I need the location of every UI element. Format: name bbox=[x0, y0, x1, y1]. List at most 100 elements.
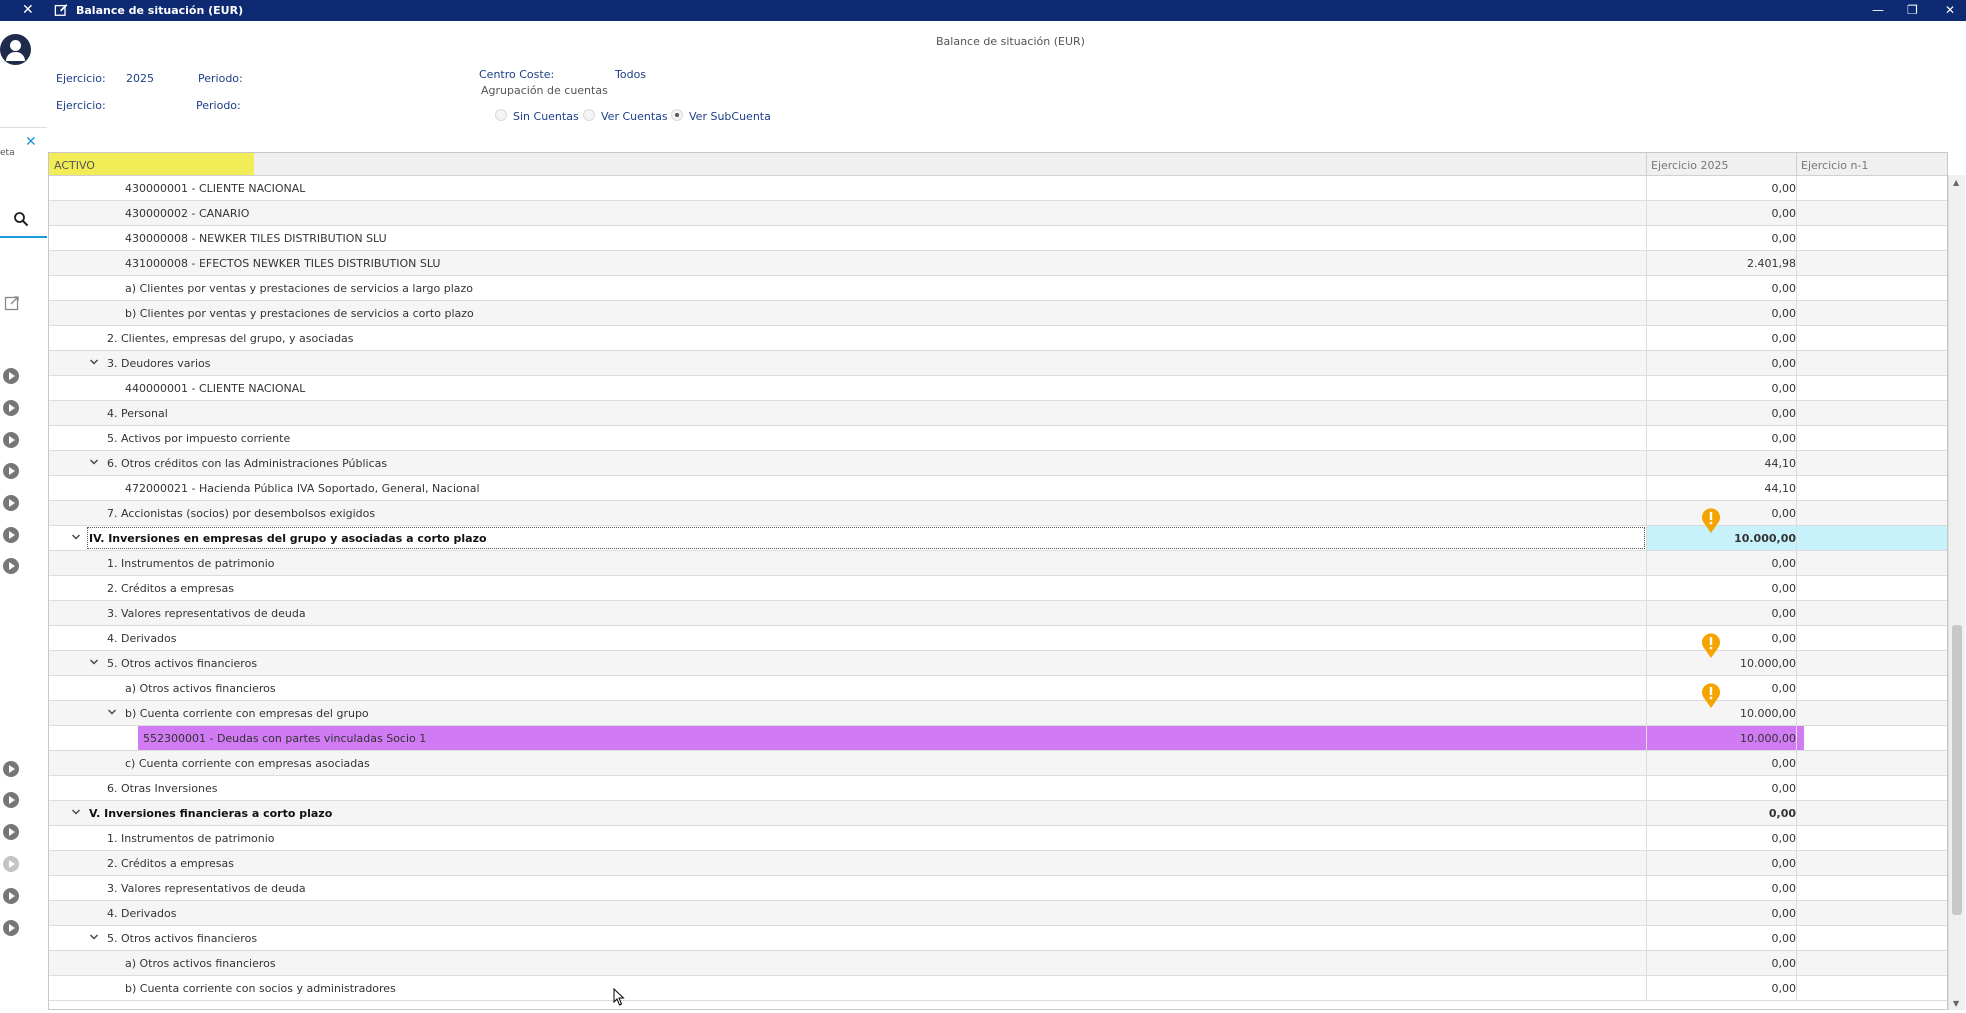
table-row[interactable]: 472000021 - Hacienda Pública IVA Soporta… bbox=[49, 476, 1947, 501]
sin-cuentas-label[interactable]: Sin Cuentas bbox=[513, 110, 579, 123]
chevron-down-icon[interactable] bbox=[107, 707, 117, 717]
close-icon[interactable]: ✕ bbox=[25, 134, 37, 150]
table-row[interactable]: IV. Inversiones en empresas del grupo y … bbox=[49, 526, 1947, 551]
row-label: 1. Instrumentos de patrimonio bbox=[107, 557, 275, 570]
vertical-scrollbar[interactable]: ▲ ▼ bbox=[1948, 175, 1965, 1010]
row-label: 6. Otras Inversiones bbox=[107, 782, 218, 795]
close-icon[interactable]: ✕ bbox=[22, 2, 34, 19]
table-row[interactable]: c) Cuenta corriente con empresas asociad… bbox=[49, 751, 1947, 776]
centro-coste-value[interactable]: Todos bbox=[615, 68, 646, 81]
play-icon[interactable] bbox=[3, 527, 19, 543]
table-row[interactable]: 7. Accionistas (socios) por desembolsos … bbox=[49, 501, 1947, 526]
table-header: ACTIVO Ejercicio 2025 Ejercicio n-1 bbox=[49, 153, 1947, 176]
play-icon[interactable] bbox=[3, 856, 19, 872]
chevron-down-icon[interactable] bbox=[89, 932, 99, 942]
table-row[interactable]: 5. Activos por impuesto corriente 0,00 bbox=[49, 426, 1947, 451]
chevron-down-icon[interactable] bbox=[89, 357, 99, 367]
warning-marker-icon[interactable] bbox=[1701, 683, 1721, 709]
play-icon[interactable] bbox=[3, 824, 19, 840]
ver-subcuenta-label[interactable]: Ver SubCuenta bbox=[689, 110, 771, 123]
table-row[interactable]: 1. Instrumentos de patrimonio 0,00 bbox=[49, 551, 1947, 576]
sin-cuentas-radio[interactable] bbox=[495, 109, 507, 121]
table-row[interactable]: V. Inversiones financieras a corto plazo… bbox=[49, 801, 1947, 826]
table-row[interactable]: 6. Otras Inversiones 0,00 bbox=[49, 776, 1947, 801]
play-icon[interactable] bbox=[3, 761, 19, 777]
table-row[interactable]: 4. Derivados 0,00 bbox=[49, 901, 1947, 926]
warning-marker-icon[interactable] bbox=[1701, 633, 1721, 659]
table-row[interactable]: 431000008 - EFECTOS NEWKER TILES DISTRIB… bbox=[49, 251, 1947, 276]
table-row[interactable]: 3. Deudores varios 0,00 bbox=[49, 351, 1947, 376]
row-label: 6. Otros créditos con las Administracion… bbox=[107, 457, 388, 470]
table-row[interactable]: 430000008 - NEWKER TILES DISTRIBUTION SL… bbox=[49, 226, 1947, 251]
table-row[interactable]: 3. Valores representativos de deuda 0,00 bbox=[49, 876, 1947, 901]
table-row[interactable]: 1. Instrumentos de patrimonio 0,00 bbox=[49, 826, 1947, 851]
row-value: 0,00 bbox=[1768, 807, 1796, 820]
minimize-icon[interactable]: — bbox=[1872, 2, 1884, 18]
close-window-icon[interactable]: ✕ bbox=[1945, 2, 1955, 18]
table-row[interactable]: b) Clientes por ventas y prestaciones de… bbox=[49, 301, 1947, 326]
row-value: 0,00 bbox=[1771, 757, 1797, 770]
table-row[interactable]: 2. Clientes, empresas del grupo, y asoci… bbox=[49, 326, 1947, 351]
table-row[interactable]: 4. Personal 0,00 bbox=[49, 401, 1947, 426]
chevron-down-icon[interactable] bbox=[89, 657, 99, 667]
row-value: 0,00 bbox=[1771, 557, 1797, 570]
table-row[interactable]: 440000001 - CLIENTE NACIONAL 0,00 bbox=[49, 376, 1947, 401]
ejercicio-2025-column-header[interactable]: Ejercicio 2025 bbox=[1651, 159, 1728, 172]
periodo-label: Periodo: bbox=[198, 72, 243, 85]
search-icon[interactable] bbox=[13, 211, 29, 227]
chevron-down-icon[interactable] bbox=[71, 807, 81, 817]
table-row[interactable]: 430000002 - CANARIO 0,00 bbox=[49, 201, 1947, 226]
periodo2-label: Periodo: bbox=[196, 99, 241, 112]
chevron-down-icon[interactable] bbox=[71, 532, 81, 542]
row-value: 0,00 bbox=[1771, 607, 1797, 620]
ejercicio-value[interactable]: 2025 bbox=[126, 72, 154, 85]
row-value: 10.000,00 bbox=[1740, 732, 1796, 745]
ejercicio2-label: Ejercicio: bbox=[56, 99, 106, 112]
row-label: 431000008 - EFECTOS NEWKER TILES DISTRIB… bbox=[125, 257, 441, 270]
table-row[interactable]: 6. Otros créditos con las Administracion… bbox=[49, 451, 1947, 476]
play-icon[interactable] bbox=[3, 432, 19, 448]
warning-marker-icon[interactable] bbox=[1701, 508, 1721, 534]
table-row[interactable]: 2. Créditos a empresas 0,00 bbox=[49, 851, 1947, 876]
row-label: 5. Otros activos financieros bbox=[107, 932, 258, 945]
table-row[interactable]: 5. Otros activos financieros 0,00 bbox=[49, 926, 1947, 951]
row-value: 0,00 bbox=[1771, 307, 1797, 320]
external-link-icon[interactable] bbox=[4, 295, 20, 311]
row-label: c) Cuenta corriente con empresas asociad… bbox=[125, 757, 370, 770]
row-value: 0,00 bbox=[1771, 507, 1797, 520]
table-row[interactable]: a) Otros activos financieros 0,00 bbox=[49, 676, 1947, 701]
table-row[interactable]: b) Cuenta corriente con socios y adminis… bbox=[49, 976, 1947, 1001]
restore-icon[interactable]: ❐ bbox=[1907, 2, 1918, 18]
table-row[interactable]: 430000001 - CLIENTE NACIONAL 0,00 bbox=[49, 176, 1947, 201]
play-icon[interactable] bbox=[3, 368, 19, 384]
play-icon[interactable] bbox=[3, 495, 19, 511]
scrollbar-thumb[interactable] bbox=[1952, 625, 1962, 915]
row-label: b) Cuenta corriente con socios y adminis… bbox=[125, 982, 396, 995]
activo-column-header[interactable]: ACTIVO bbox=[49, 153, 254, 175]
ver-cuentas-label[interactable]: Ver Cuentas bbox=[601, 110, 668, 123]
play-icon[interactable] bbox=[3, 888, 19, 904]
play-icon[interactable] bbox=[3, 400, 19, 416]
table-row[interactable]: a) Otros activos financieros 0,00 bbox=[49, 951, 1947, 976]
row-value: 0,00 bbox=[1771, 632, 1797, 645]
play-icon[interactable] bbox=[3, 463, 19, 479]
row-value: 2.401,98 bbox=[1747, 257, 1796, 270]
table-row[interactable]: a) Clientes por ventas y prestaciones de… bbox=[49, 276, 1947, 301]
table-row[interactable]: 2. Créditos a empresas 0,00 bbox=[49, 576, 1947, 601]
table-row[interactable]: 4. Derivados 0,00 bbox=[49, 626, 1947, 651]
table-row[interactable]: 3. Valores representativos de deuda 0,00 bbox=[49, 601, 1947, 626]
play-icon[interactable] bbox=[3, 558, 19, 574]
table-row[interactable]: 552300001 - Deudas con partes vinculadas… bbox=[49, 726, 1947, 751]
ver-cuentas-radio[interactable] bbox=[583, 109, 595, 121]
row-label: V. Inversiones financieras a corto plazo bbox=[89, 807, 333, 820]
row-label: 472000021 - Hacienda Pública IVA Soporta… bbox=[125, 482, 480, 495]
ejercicio-anterior-column-header[interactable]: Ejercicio n-1 bbox=[1801, 159, 1868, 172]
avatar-icon[interactable] bbox=[0, 34, 31, 65]
ver-subcuenta-radio[interactable] bbox=[671, 109, 683, 121]
play-icon[interactable] bbox=[3, 920, 19, 936]
row-value: 10.000,00 bbox=[1740, 657, 1796, 670]
chevron-down-icon[interactable] bbox=[89, 457, 99, 467]
table-row[interactable]: b) Cuenta corriente con empresas del gru… bbox=[49, 701, 1947, 726]
table-row[interactable]: 5. Otros activos financieros 10.000,00 bbox=[49, 651, 1947, 676]
play-icon[interactable] bbox=[3, 792, 19, 808]
